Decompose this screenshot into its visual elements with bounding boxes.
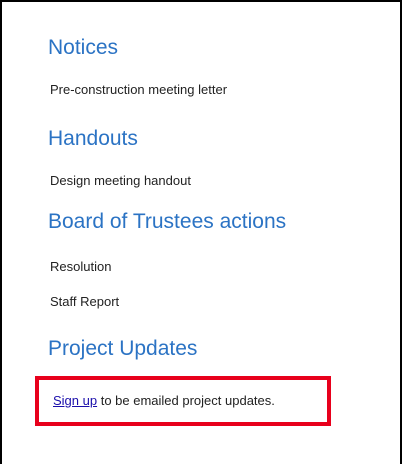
sign-up-link[interactable]: Sign up [53,393,97,408]
link-design-meeting-handout[interactable]: Design meeting handout [50,173,191,189]
link-staff-report[interactable]: Staff Report [50,294,119,310]
signup-highlight-box: Sign up to be emailed project updates. [35,376,331,426]
section-heading-project-updates: Project Updates [48,337,198,360]
section-heading-handouts: Handouts [48,127,138,150]
link-resolution[interactable]: Resolution [50,259,111,275]
section-heading-board-of-trustees-actions: Board of Trustees actions [48,210,287,233]
signup-text: Sign up to be emailed project updates. [53,393,275,409]
link-pre-construction-meeting-letter[interactable]: Pre-construction meeting letter [50,82,227,98]
section-heading-notices: Notices [48,36,119,59]
signup-description: to be emailed project updates. [97,393,275,408]
content-panel: Notices Pre-construction meeting letter … [0,0,402,464]
